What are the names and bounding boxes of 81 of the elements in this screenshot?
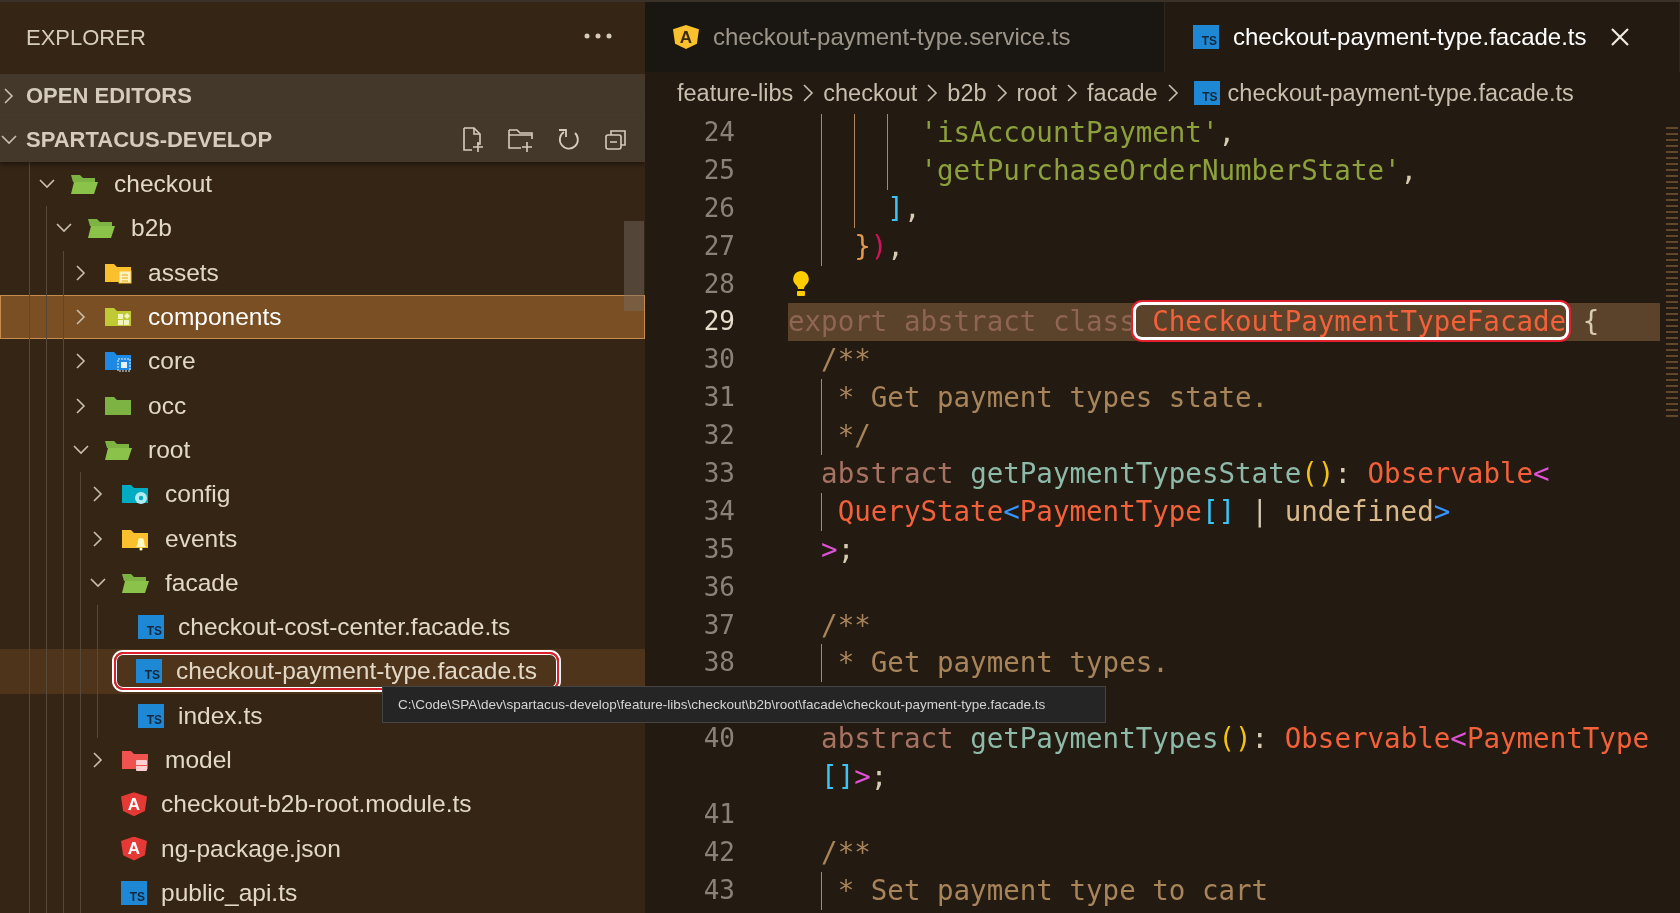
line-number: 34 — [702, 494, 735, 528]
tree-item[interactable]: assets — [0, 250, 645, 295]
line-number: 37 — [702, 608, 735, 642]
line-number: 30 — [702, 343, 735, 377]
line-number: 43 — [702, 873, 735, 907]
chevron-right-icon — [801, 82, 816, 104]
panel-title: EXPLORER — [26, 24, 146, 52]
code-line: abstract getPaymentTypesState(): Observable< — [820, 456, 1550, 491]
tree-item[interactable]: checkout — [0, 162, 645, 207]
more-icon[interactable] — [583, 32, 613, 40]
typescript-file-icon: TS — [138, 615, 164, 640]
code-line: >; — [820, 531, 855, 567]
tree-item[interactable]: components — [0, 294, 645, 340]
code-line: QueryState<PaymentType[] | undefined> — [788, 492, 1451, 531]
shield-icon: A — [673, 25, 699, 49]
lightbulb-icon[interactable] — [790, 268, 812, 299]
code-line: * Get payment types state. — [788, 379, 1269, 418]
tree-item[interactable]: root — [0, 427, 645, 473]
breadcrumb-item[interactable]: checkout — [823, 79, 918, 107]
code-line: }), — [788, 227, 904, 266]
tree-item[interactable]: events — [0, 516, 645, 561]
section-header[interactable]: SPARTACUS-DEVELOP — [0, 118, 645, 162]
code-line: []>; — [820, 759, 888, 795]
line-number: 27 — [702, 229, 735, 263]
tree-item[interactable]: b2b — [0, 206, 645, 251]
code-line: 'getPurchaseOrderNumberState', — [788, 151, 1418, 190]
typescript-file-icon: TS — [138, 703, 164, 728]
breadcrumb-item[interactable]: facade — [1087, 79, 1158, 107]
line-number: 28 — [702, 267, 735, 301]
breadcrumb-item[interactable]: checkout-payment-type.facade.ts — [1227, 79, 1574, 107]
close-icon[interactable] — [1608, 26, 1631, 48]
typescript-file-icon: TS — [1193, 81, 1220, 105]
line-number: 40 — [702, 722, 735, 756]
line-number: 29 — [702, 305, 735, 339]
line-number: 38 — [702, 646, 735, 680]
chevron-right-icon — [1165, 82, 1180, 104]
tree-item[interactable]: TS checkout-cost-center.facade.ts — [0, 604, 645, 650]
tree-item[interactable]: facade — [0, 560, 645, 605]
tree-item[interactable]: config — [0, 472, 645, 517]
line-number: 41 — [702, 798, 735, 832]
tree-item[interactable]: A checkout-b2b-root.module.ts — [0, 782, 645, 827]
tree-item[interactable]: model — [0, 737, 645, 783]
line-number: 35 — [702, 532, 735, 566]
code-line: /** — [820, 834, 871, 870]
line-number: 36 — [702, 570, 735, 604]
typescript-file-icon: TS — [1193, 25, 1219, 49]
line-number: 32 — [702, 419, 735, 453]
chevron-right-icon — [1065, 82, 1080, 104]
new-folder-icon[interactable] — [507, 126, 535, 154]
breadcrumb-item[interactable]: root — [1016, 79, 1058, 107]
tree-item[interactable]: occ — [0, 383, 645, 428]
line-number: 26 — [702, 191, 735, 225]
breadcrumb-item[interactable]: feature-libs — [677, 79, 794, 107]
code-line: * Get payment types. — [788, 644, 1169, 683]
shield-icon: A — [121, 792, 147, 817]
code-line: 'isAccountPayment', — [788, 114, 1236, 152]
line-number: 33 — [702, 457, 735, 490]
chevron-right-icon — [994, 82, 1009, 104]
code-line: /** — [820, 342, 871, 378]
tree-item[interactable]: core — [0, 339, 645, 384]
section-header[interactable]: OPEN EDITORS — [0, 74, 645, 118]
code-line: */ — [788, 417, 871, 455]
chevron-right-icon — [925, 82, 940, 104]
code-line: ], — [788, 189, 921, 228]
scrollbar-thumb[interactable] — [624, 221, 644, 311]
typescript-file-icon: TS — [121, 880, 147, 905]
typescript-file-icon: TS — [136, 659, 162, 684]
code-line: /** — [820, 607, 871, 643]
tree-item[interactable]: A ng-package.json — [0, 826, 645, 871]
tree-item[interactable]: TS public_api.ts — [0, 870, 645, 913]
breadcrumb-item[interactable]: b2b — [947, 79, 987, 107]
code-line: * Set payment type to cart — [788, 871, 1269, 910]
code-line: abstract getPaymentTypes(): Observable<PaymentType — [820, 721, 1649, 757]
editor-tab[interactable]: TS checkout-payment-type.facade.ts — [1165, 2, 1680, 72]
line-number: 25 — [702, 153, 735, 187]
line-number: 24 — [702, 116, 735, 149]
line-number: 31 — [702, 381, 735, 415]
shield-icon: A — [121, 836, 147, 861]
line-number: 42 — [702, 835, 735, 869]
path-tooltip: C:\Code\SPA\dev\spartacus-develop\feature-libs\checkout\b2b\root\facade\checkout-payment-type.facade.ts — [382, 686, 1106, 723]
tree-item[interactable]: TS checkout-payment-type.facade.ts — [0, 649, 645, 694]
